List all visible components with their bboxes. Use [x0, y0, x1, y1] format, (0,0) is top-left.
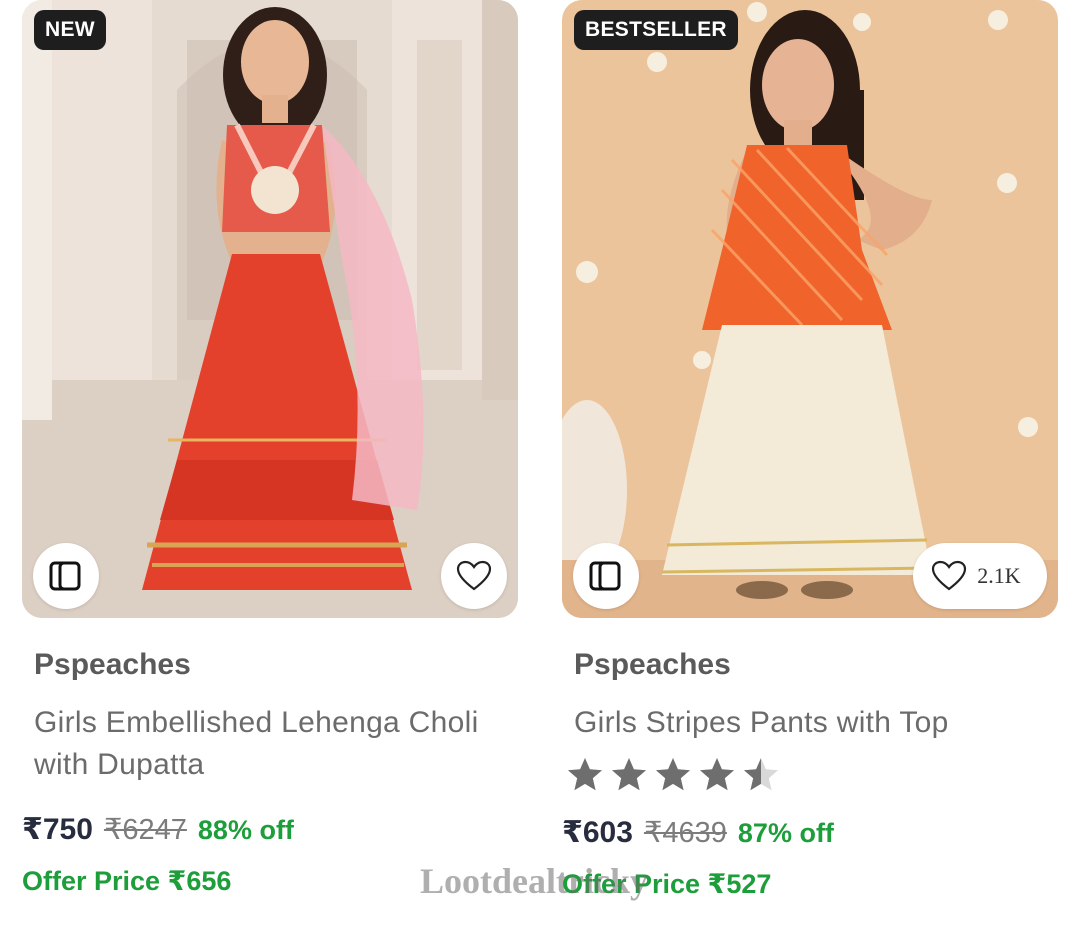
- product-image[interactable]: NEW: [22, 0, 518, 618]
- offer-price: Offer Price ₹656: [22, 866, 232, 896]
- product-card[interactable]: NEW Pspeaches Girls Embellished Lehenga …: [22, 0, 518, 896]
- product-photo-stripes-top: [562, 0, 1058, 618]
- wishlist-count: 2.1K: [977, 563, 1021, 588]
- heart-icon: [456, 560, 492, 591]
- watermark-text: Lootdealtricky: [420, 861, 648, 901]
- brand-name: Pspeaches: [574, 648, 731, 681]
- price-row: ₹603 ₹4639 87% off: [562, 815, 834, 850]
- original-price: ₹4639: [643, 817, 727, 849]
- heart-icon: [932, 560, 967, 591]
- star-icon: [744, 758, 778, 791]
- similar-products-button[interactable]: [33, 543, 99, 609]
- original-price: ₹6247: [103, 814, 187, 846]
- product-title[interactable]: Girls Stripes Pants with Top: [574, 702, 1044, 744]
- similar-products-icon: [589, 561, 621, 591]
- similar-products-icon: [49, 561, 81, 591]
- similar-products-button[interactable]: [573, 543, 639, 609]
- star-icon: [612, 758, 646, 791]
- discount-badge: 87% off: [737, 818, 834, 848]
- star-rating: [566, 756, 780, 794]
- price-row: ₹750 ₹6247 88% off: [22, 812, 294, 847]
- bestseller-badge: BESTSELLER: [574, 10, 738, 50]
- wishlist-button[interactable]: 2.1K: [913, 543, 1047, 609]
- new-badge: NEW: [34, 10, 106, 50]
- brand-name: Pspeaches: [34, 648, 191, 681]
- selling-price: ₹750: [22, 813, 93, 846]
- selling-price: ₹603: [562, 816, 633, 849]
- star-icon: [700, 758, 734, 791]
- star-icon: [656, 758, 690, 791]
- discount-badge: 88% off: [197, 815, 294, 845]
- product-photo-lehenga: [22, 0, 518, 618]
- wishlist-button[interactable]: [441, 543, 507, 609]
- product-image[interactable]: BESTSELLER 2.1K: [562, 0, 1058, 618]
- product-title[interactable]: Girls Embellished Lehenga Choli with Dup…: [34, 702, 504, 786]
- product-card[interactable]: BESTSELLER 2.1K Pspeaches Girls Stripes …: [562, 0, 1058, 899]
- star-icon: [568, 758, 602, 791]
